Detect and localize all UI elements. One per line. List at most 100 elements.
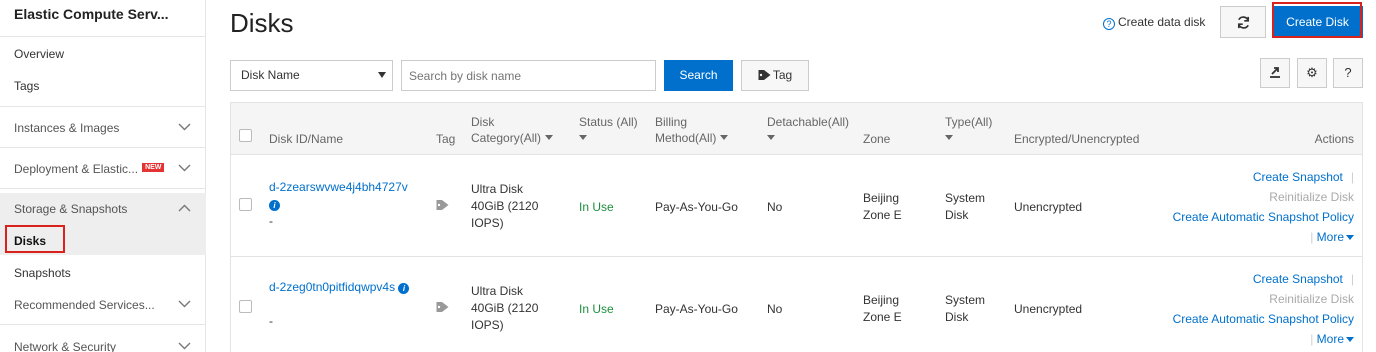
caret-down-icon [767, 135, 775, 140]
sidebar-item-label: Overview [14, 47, 65, 61]
sidebar-group-instances-images[interactable]: Instances & Images [0, 116, 206, 140]
caret-down-icon [1346, 337, 1354, 342]
column-header-encrypted: Encrypted/Unencrypted [1014, 132, 1140, 146]
more-label: More [1316, 230, 1344, 244]
disk-id-link[interactable]: d-2zearswvwe4j4bh4727v [269, 180, 408, 194]
search-input[interactable] [401, 60, 656, 91]
column-header-disk-id: Disk ID/Name [269, 132, 344, 146]
sidebar-group-recommended[interactable]: Recommended Services... [0, 293, 206, 317]
tag-icon[interactable] [436, 301, 450, 318]
disk-category: Ultra Disk [471, 182, 524, 196]
tag-icon [758, 70, 771, 80]
sidebar-group-deployment[interactable]: Deployment & Elastic... NEW [0, 157, 206, 181]
export-button[interactable] [1260, 58, 1290, 88]
column-header-zone: Zone [863, 132, 891, 146]
column-header-label: Category(All) [471, 131, 542, 145]
billing-method: Pay-As-You-Go [655, 302, 738, 316]
zone-value: Beijing [863, 191, 900, 205]
sidebar: Elastic Compute Serv... Overview Tags In… [0, 0, 206, 352]
row-actions: Create Snapshot | Reinitialize Disk Creat… [1173, 269, 1354, 349]
disk-id-link[interactable]: d-2zeg0tn0pitfidqwpv4s [269, 280, 395, 294]
column-header-label: Status (All) [579, 115, 638, 129]
column-header-type[interactable]: Type(All) [945, 114, 992, 146]
tag-icon[interactable] [436, 199, 450, 216]
disk-category: Ultra Disk [471, 284, 524, 298]
chevron-down-icon [178, 157, 192, 181]
chevron-down-icon [178, 116, 192, 140]
sidebar-group-network-security[interactable]: Network & Security [0, 335, 206, 352]
sidebar-item-overview[interactable]: Overview [0, 42, 206, 66]
search-button[interactable]: Search [664, 60, 733, 91]
search-field-select[interactable]: Disk Name [230, 60, 393, 91]
table-row: d-2zeg0tn0pitfidqwpv4s i - Ultra Disk 40… [231, 257, 1362, 352]
disk-category-iops: IOPS) [471, 318, 504, 332]
create-auto-snapshot-policy-link[interactable]: Create Automatic Snapshot Policy [1173, 312, 1354, 326]
sidebar-item-label: Storage & Snapshots [14, 202, 128, 216]
caret-down-icon [545, 135, 554, 140]
create-snapshot-link[interactable]: Create Snapshot [1253, 272, 1343, 286]
reinitialize-disk-link[interactable]: Reinitialize Disk [1269, 190, 1354, 204]
caret-down-icon [1346, 235, 1354, 240]
sidebar-divider [0, 147, 206, 148]
tag-button-label: Tag [772, 68, 793, 82]
billing-method: Pay-As-You-Go [655, 200, 738, 214]
disk-name: - [269, 214, 273, 228]
more-dropdown[interactable]: More [1317, 332, 1354, 346]
column-header-detachable[interactable]: Detachable(All) [767, 114, 849, 146]
status-text: In Use [579, 200, 614, 214]
detachable-value: No [767, 200, 783, 214]
column-header-label: Disk [471, 115, 495, 129]
table-row: d-2zearswvwe4j4bh4727v i - Ultra Disk 40… [231, 155, 1362, 257]
sidebar-item-label: Tags [14, 79, 40, 93]
detachable-value: No [767, 302, 783, 316]
column-header-status[interactable]: Status (All) [579, 114, 638, 146]
disks-table: Disk ID/Name Tag Disk Category(All) Stat… [230, 102, 1363, 352]
row-checkbox[interactable] [239, 300, 252, 313]
divider: | [1350, 170, 1354, 184]
type-value: System [945, 293, 986, 307]
create-snapshot-link[interactable]: Create Snapshot [1253, 170, 1343, 184]
sidebar-divider [0, 188, 206, 189]
chevron-down-icon [178, 335, 192, 352]
disk-category-iops: IOPS) [471, 216, 504, 230]
sidebar-group-storage-snapshots[interactable]: Storage & Snapshots [0, 197, 206, 221]
refresh-button[interactable] [1220, 6, 1266, 38]
tag-filter-button[interactable]: Tag [741, 60, 809, 91]
question-circle-icon: ? [1103, 18, 1115, 30]
column-header-billing[interactable]: Billing Method(All) [655, 114, 729, 146]
column-header-label: Method(All) [655, 131, 717, 145]
create-data-disk-help-link[interactable]: ? Create data disk [1103, 15, 1205, 30]
caret-down-icon [720, 135, 729, 140]
sidebar-item-tags[interactable]: Tags [0, 74, 206, 98]
settings-button[interactable]: ⚙ [1297, 58, 1327, 88]
disk-name: - [269, 314, 273, 328]
disk-category-size: 40GiB (2120 [471, 199, 539, 213]
sidebar-item-snapshots[interactable]: Snapshots [0, 261, 206, 285]
highlight-box-create-disk [1272, 2, 1362, 38]
help-button[interactable]: ? [1333, 58, 1363, 88]
sidebar-item-label: Snapshots [14, 266, 71, 280]
highlight-box-disks [5, 225, 65, 253]
sidebar-title: Elastic Compute Serv... [0, 0, 205, 37]
create-auto-snapshot-policy-link[interactable]: Create Automatic Snapshot Policy [1173, 210, 1354, 224]
chevron-down-icon [178, 293, 192, 317]
row-checkbox[interactable] [239, 198, 252, 211]
reinitialize-disk-link[interactable]: Reinitialize Disk [1269, 292, 1354, 306]
column-header-category[interactable]: Disk Category(All) [471, 114, 554, 146]
chevron-up-icon [178, 197, 192, 221]
row-actions: Create Snapshot | Reinitialize Disk Creat… [1173, 167, 1354, 247]
sidebar-item-label: Deployment & Elastic... [14, 162, 139, 176]
sidebar-divider [0, 106, 206, 107]
export-icon [1270, 67, 1280, 78]
refresh-icon [1237, 16, 1250, 29]
divider: | [1310, 332, 1314, 346]
select-value: Disk Name [241, 68, 300, 82]
info-icon[interactable]: i [398, 283, 410, 294]
caret-down-icon [945, 135, 953, 140]
info-icon[interactable]: i [269, 200, 280, 211]
more-label: More [1316, 332, 1344, 346]
table-header: Disk ID/Name Tag Disk Category(All) Stat… [231, 103, 1362, 155]
select-all-checkbox[interactable] [239, 129, 252, 142]
more-dropdown[interactable]: More [1317, 230, 1354, 244]
help-label: ? [1344, 65, 1352, 80]
